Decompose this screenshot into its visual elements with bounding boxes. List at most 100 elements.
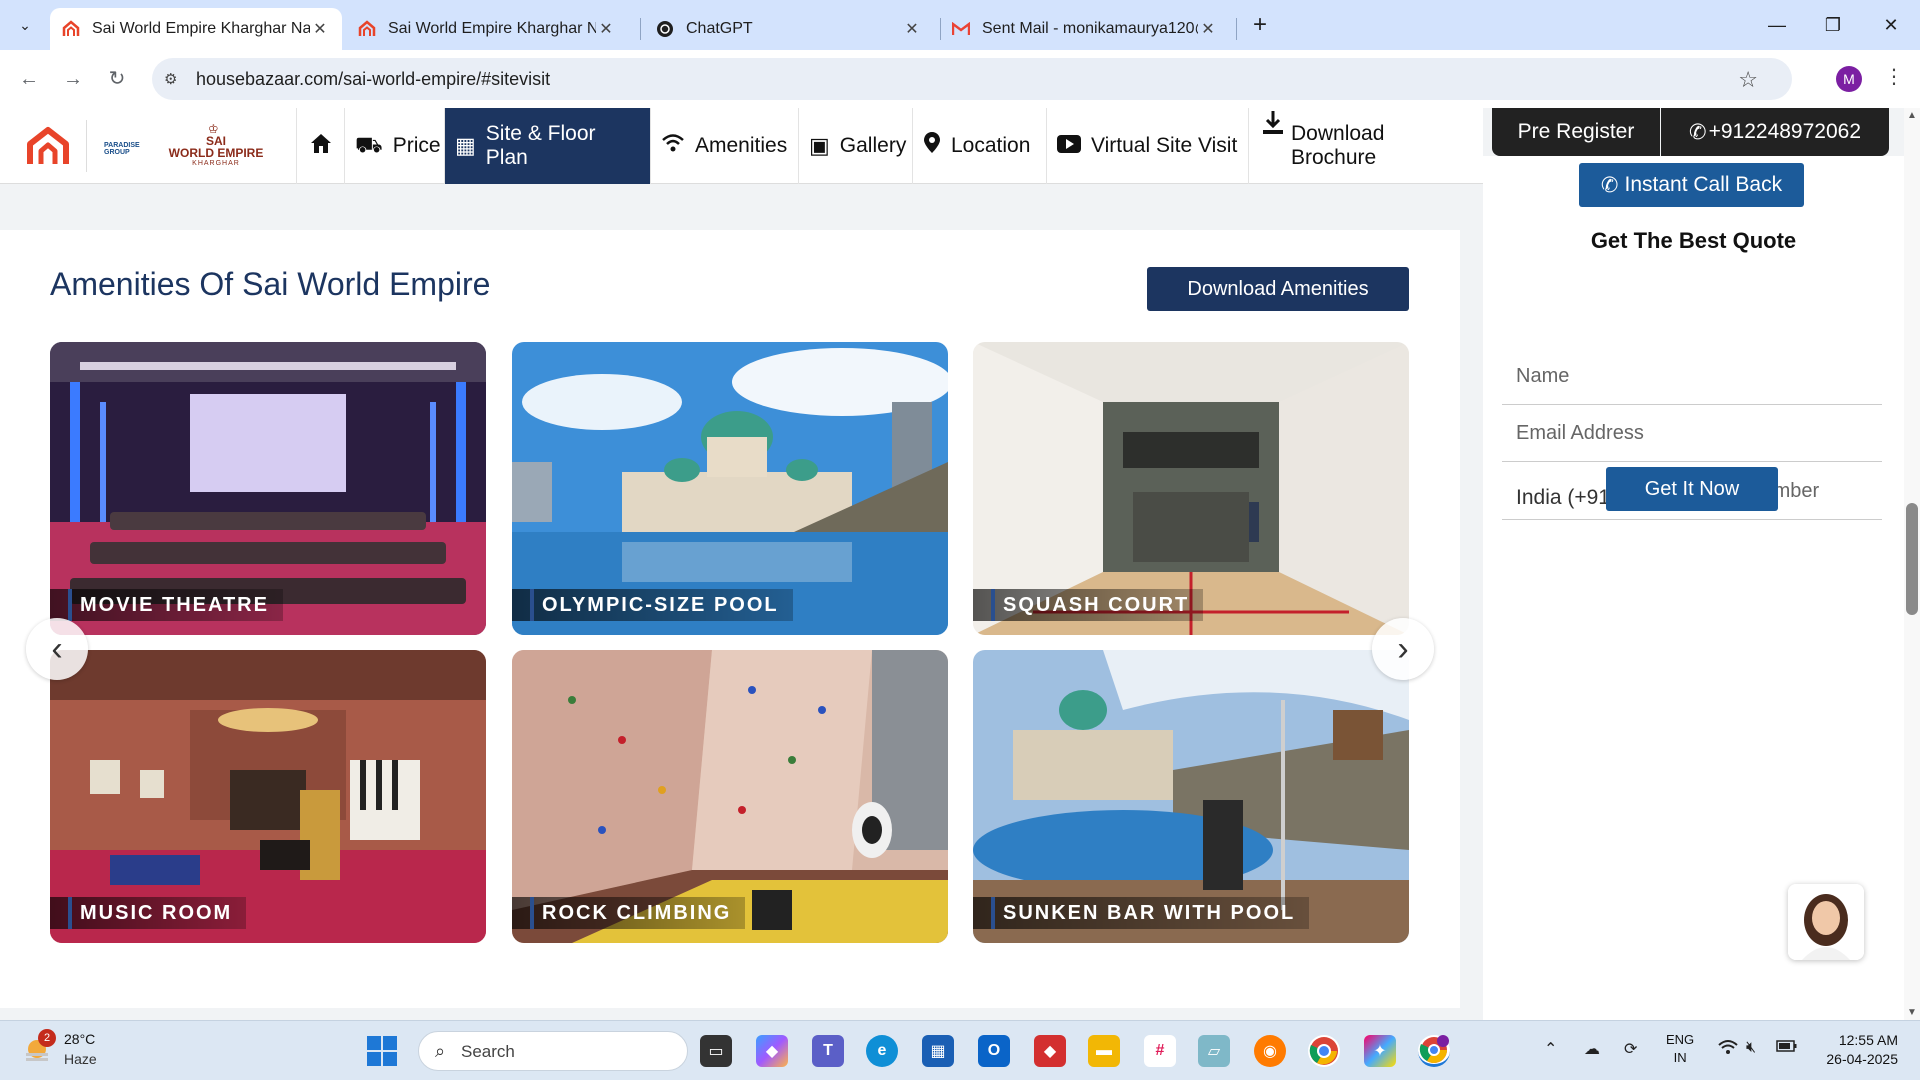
name-field[interactable]: Name — [1502, 349, 1882, 405]
anydesk-icon[interactable]: ◆ — [1034, 1035, 1066, 1067]
task-view-icon[interactable]: ▭ — [700, 1035, 732, 1067]
system-clock[interactable]: 12:55 AM 26-04-2025 — [1816, 1031, 1898, 1069]
minimize-button[interactable]: — — [1752, 10, 1802, 40]
download-amenities-button[interactable]: Download Amenities — [1147, 267, 1409, 311]
nav-site-floor-plan[interactable]: ▦ Site & Floor Plan — [444, 108, 650, 184]
chevron-right-icon: › — [1397, 629, 1409, 668]
nav-label: Amenities — [695, 134, 788, 157]
amenity-card-rock-climbing[interactable]: ROCK CLIMBING — [512, 650, 948, 943]
browser-tab-4[interactable]: Sent Mail - monikamaurya120@ ✕ — [940, 8, 1230, 50]
site-info-icon[interactable]: ⚙ — [164, 70, 184, 88]
profile-avatar[interactable]: M — [1836, 66, 1862, 92]
back-button[interactable]: ← — [14, 64, 44, 94]
chevron-down-icon: ⌄ — [19, 16, 31, 33]
weather-temperature[interactable]: 28°C — [64, 1031, 95, 1047]
chrome-profile-icon[interactable] — [1418, 1034, 1450, 1067]
carousel-prev-button[interactable]: ‹ — [26, 618, 88, 680]
url-text[interactable]: housebazaar.com/sai-world-empire/#sitevi… — [196, 69, 550, 90]
amenity-card-squash-court[interactable]: SQUASH COURT — [973, 342, 1409, 635]
wifi-icon[interactable] — [1718, 1039, 1738, 1060]
outlook-icon[interactable]: O — [978, 1035, 1010, 1067]
nav-label: Gallery — [839, 134, 907, 157]
chevron-up-icon[interactable]: ⌃ — [1544, 1039, 1557, 1059]
amenity-card-music-room[interactable]: MUSIC ROOM — [50, 650, 486, 943]
browser-tab-2[interactable]: Sai World Empire Kharghar Nav ✕ — [346, 8, 628, 50]
nav-location[interactable]: Location — [912, 108, 1046, 184]
restore-button[interactable]: ❐ — [1808, 10, 1858, 40]
firefox-icon[interactable]: ◉ — [1254, 1035, 1286, 1067]
search-icon: ⌕ — [435, 1041, 446, 1061]
chatgpt-favicon-icon — [656, 20, 674, 38]
weather-condition[interactable]: Haze — [64, 1051, 97, 1067]
file-explorer-icon[interactable]: ▬ — [1088, 1035, 1120, 1067]
sync-icon[interactable]: ⟳ — [1624, 1039, 1637, 1059]
close-icon[interactable]: ✕ — [596, 19, 616, 39]
windows-start-icon[interactable] — [366, 1035, 398, 1067]
scroll-up-icon[interactable]: ▲ — [1907, 110, 1917, 121]
reload-button[interactable]: ↻ — [102, 64, 132, 94]
language-indicator[interactable]: ENG IN — [1666, 1031, 1694, 1067]
close-icon[interactable]: ✕ — [1198, 19, 1218, 39]
browser-menu-icon[interactable]: ⋮ — [1884, 64, 1904, 89]
nav-virtual-site-visit[interactable]: Virtual Site Visit — [1046, 108, 1248, 184]
web-page: PARADISE GROUP ♔ SAI WORLD EMPIRE KHARGH… — [0, 108, 1904, 1020]
close-icon[interactable]: ✕ — [902, 19, 922, 39]
teams-icon[interactable]: T — [812, 1035, 844, 1067]
download-icon — [1261, 110, 1285, 142]
notification-badge: 2 — [38, 1029, 56, 1047]
home-icon — [309, 132, 333, 160]
nav-price[interactable]: ⛟ Price — [344, 108, 444, 184]
amenity-card-sunken-bar[interactable]: SUNKEN BAR WITH POOL — [973, 650, 1409, 943]
forward-button[interactable]: → — [58, 64, 88, 94]
scroll-down-icon[interactable]: ▼ — [1907, 1007, 1917, 1018]
project-logo[interactable]: PARADISE GROUP ♔ SAI WORLD EMPIRE KHARGH… — [104, 122, 272, 172]
phone-call-button[interactable]: ✆ +912248972062 — [1661, 108, 1889, 156]
browser-tab-3[interactable]: ChatGPT ✕ — [644, 8, 934, 50]
housebazaar-logo-icon[interactable] — [26, 126, 70, 166]
nav-amenities[interactable]: Amenities — [650, 108, 798, 184]
taskbar-search-box[interactable]: ⌕ Search — [418, 1031, 688, 1071]
chat-agent-avatar[interactable] — [1788, 884, 1864, 960]
gallery-icon: ▣ — [809, 133, 830, 158]
phone-number: +912248972062 — [1708, 120, 1862, 143]
nav-gallery[interactable]: ▣ Gallery — [798, 108, 912, 184]
instant-call-back-button[interactable]: ✆ Instant Call Back — [1579, 163, 1804, 207]
nav-home[interactable] — [296, 108, 344, 184]
gmail-favicon-icon — [952, 20, 970, 38]
country-code-value: India (+91) — [1516, 486, 1617, 509]
tab-title: Sai World Empire Kharghar Nav — [388, 20, 596, 37]
nav-download-brochure[interactable]: Download Brochure — [1248, 108, 1483, 184]
tab-separator — [1236, 18, 1237, 40]
edge-icon[interactable]: e — [866, 1035, 898, 1067]
notepad-icon[interactable]: ▱ — [1198, 1035, 1230, 1067]
close-icon[interactable]: ✕ — [310, 19, 330, 39]
nav-label: Site & Floor Plan — [485, 122, 596, 169]
tab-search-button[interactable]: ⌄ — [8, 10, 42, 40]
windows-taskbar: 2 28°C Haze ⌕ Search ▭ ◆ T e ▦ O ◆ ▬ # ▱… — [0, 1020, 1920, 1080]
logo-divider — [86, 120, 87, 172]
copilot-icon[interactable]: ◆ — [756, 1035, 788, 1067]
photos-icon[interactable]: ✦ — [1364, 1035, 1396, 1067]
battery-icon[interactable] — [1776, 1039, 1798, 1058]
slack-icon[interactable]: # — [1144, 1035, 1176, 1067]
browser-tab-1[interactable]: Sai World Empire Kharghar Nav ✕ — [50, 8, 342, 50]
store-icon[interactable]: ▦ — [922, 1035, 954, 1067]
amenity-card-olympic-pool[interactable]: OLYMPIC-SIZE POOL — [512, 342, 948, 635]
amenity-label: SUNKEN BAR WITH POOL — [973, 897, 1310, 929]
chrome-icon[interactable] — [1308, 1035, 1340, 1067]
nav-label: Download Brochure — [1291, 122, 1385, 169]
carousel-next-button[interactable]: › — [1372, 618, 1434, 680]
email-field[interactable]: Email Address — [1502, 406, 1882, 462]
close-window-button[interactable]: ✕ — [1866, 10, 1916, 40]
scrollbar-thumb[interactable] — [1906, 503, 1918, 615]
phone-icon: ✆ — [1688, 120, 1707, 144]
get-it-now-button[interactable]: Get It Now — [1606, 467, 1778, 511]
page-scrollbar[interactable]: ▲ ▼ — [1904, 108, 1920, 1020]
onedrive-icon[interactable]: ☁ — [1584, 1039, 1600, 1059]
bookmark-star-icon[interactable]: ☆ — [1738, 67, 1758, 93]
new-tab-button[interactable]: + — [1246, 12, 1274, 40]
pre-register-button[interactable]: Pre Register — [1492, 108, 1660, 156]
address-bar[interactable]: ⚙ housebazaar.com/sai-world-empire/#site… — [152, 58, 1792, 100]
volume-muted-icon[interactable]: 🔇︎ — [1746, 1039, 1756, 1057]
amenity-card-movie-theatre[interactable]: MOVIE THEATRE — [50, 342, 486, 635]
